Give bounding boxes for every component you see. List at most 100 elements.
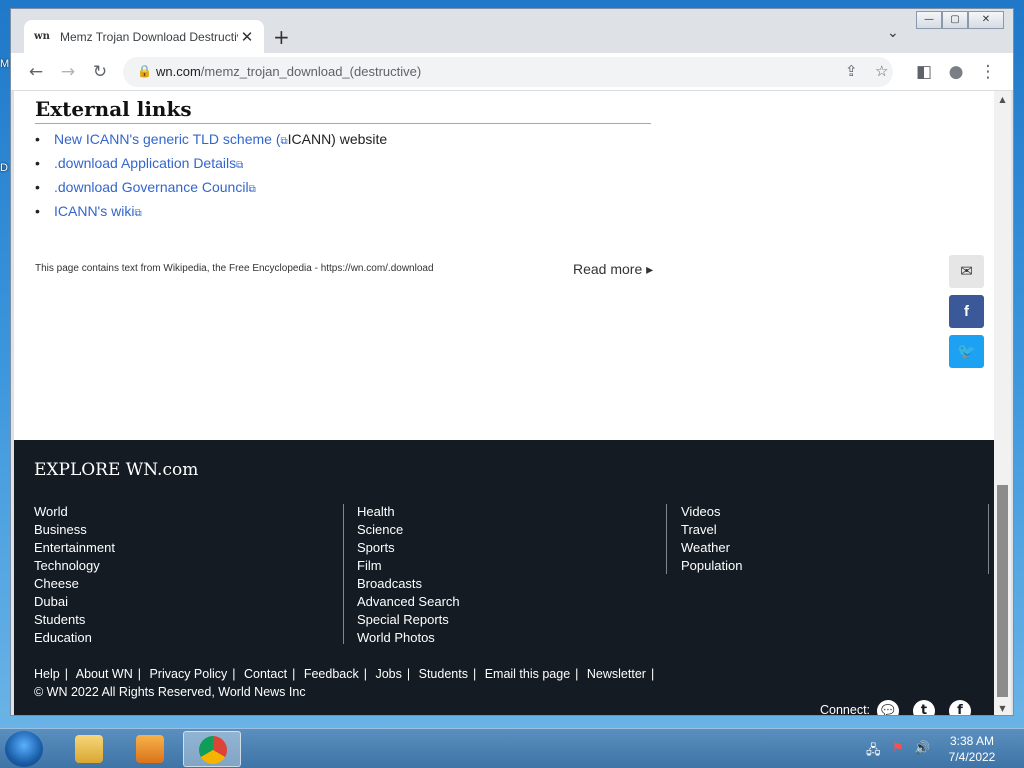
volume-icon[interactable]: 🔊 <box>914 741 930 756</box>
footer-link-world-photos[interactable]: World Photos <box>357 630 460 648</box>
list-item: New ICANN's generic TLD scheme (⧉ICANN) … <box>35 131 387 155</box>
footer-link-technology[interactable]: Technology <box>34 558 115 576</box>
page-scrollbar[interactable]: ▲ ▼ <box>994 91 1011 715</box>
footer-column-1: World Business Entertainment Technology … <box>34 504 115 648</box>
lock-icon[interactable]: 🔒 <box>137 64 152 78</box>
footer-link-videos[interactable]: Videos <box>681 504 742 522</box>
footer-divider <box>988 504 989 574</box>
footer-link-students-bottom[interactable]: Students <box>419 667 468 681</box>
footer-link-world[interactable]: World <box>34 504 115 522</box>
side-panel-icon[interactable]: ◧ <box>913 61 935 83</box>
email-share-icon[interactable]: ✉ <box>949 255 984 288</box>
profile-avatar-icon[interactable]: ● <box>945 61 967 83</box>
footer-link-weather[interactable]: Weather <box>681 540 742 558</box>
address-bar[interactable]: 🔒 wn.com/memz_trojan_download_(destructi… <box>123 57 893 87</box>
url-text[interactable]: wn.com/memz_trojan_download_(destructive… <box>156 64 421 79</box>
scroll-up-arrow-icon[interactable]: ▲ <box>994 91 1011 108</box>
close-window-button[interactable]: ✕ <box>968 11 1004 29</box>
footer-column-3: Videos Travel Weather Population <box>681 504 742 576</box>
copyright-text: © WN 2022 All Rights Reserved, World New… <box>34 685 306 699</box>
start-button[interactable] <box>5 731 43 767</box>
footer-link-health[interactable]: Health <box>357 504 460 522</box>
tab-memz[interactable]: wn Memz Trojan Download Destructive ✕ <box>24 20 264 53</box>
footer-column-2: Health Science Sports Film Broadcasts Ad… <box>357 504 460 648</box>
media-player-icon <box>136 735 164 763</box>
external-link-icon: ⧉ <box>248 184 256 195</box>
footer-link-contact[interactable]: Contact <box>244 667 287 681</box>
taskbar-chrome[interactable] <box>183 731 241 767</box>
footer-link-students[interactable]: Students <box>34 612 115 630</box>
footer-link-film[interactable]: Film <box>357 558 460 576</box>
forward-arrow-icon[interactable]: → <box>57 61 79 83</box>
reload-icon[interactable]: ↻ <box>89 61 111 83</box>
link-suffix: ICANN) website <box>287 131 388 147</box>
footer-divider <box>666 504 667 574</box>
separator: | <box>650 667 655 681</box>
scrollbar-thumb[interactable] <box>997 485 1008 697</box>
footer-link-broadcasts[interactable]: Broadcasts <box>357 576 460 594</box>
bookmark-star-icon[interactable]: ☆ <box>875 62 888 80</box>
share-icon[interactable]: ⇪ <box>845 62 858 80</box>
footer-link-education[interactable]: Education <box>34 630 115 648</box>
taskbar-media-player[interactable] <box>121 731 179 767</box>
wikipedia-attribution: This page contains text from Wikipedia, … <box>35 263 434 274</box>
footer-link-feedback[interactable]: Feedback <box>304 667 359 681</box>
footer-link-sports[interactable]: Sports <box>357 540 460 558</box>
network-icon[interactable]: 🖧 <box>866 741 881 763</box>
footer-link-dubai[interactable]: Dubai <box>34 594 115 612</box>
separator: | <box>64 667 68 681</box>
new-tab-button[interactable]: + <box>273 25 290 49</box>
browser-menu-icon[interactable]: ⋮ <box>977 61 999 83</box>
application-details-link[interactable]: .download Application Details <box>54 155 236 171</box>
url-path: /memz_trojan_download_(destructive) <box>200 64 422 79</box>
site-footer: EXPLORE WN.com World Business Entertainm… <box>14 440 994 715</box>
tab-search-chevron-icon[interactable]: ⌄ <box>887 25 899 41</box>
list-item: ICANN's wiki⧉ <box>35 203 387 227</box>
minimize-button[interactable]: — <box>916 11 942 29</box>
separator: | <box>232 667 236 681</box>
footer-link-privacy[interactable]: Privacy Policy <box>149 667 227 681</box>
separator: | <box>406 667 411 681</box>
folder-icon <box>75 735 103 763</box>
external-links-list: New ICANN's generic TLD scheme ( ⧉ ICANN) … <box>35 131 387 227</box>
chat-social-icon[interactable]: 💬 <box>877 700 899 715</box>
footer-link-email-page[interactable]: Email this page <box>485 667 570 681</box>
windows-taskbar: 🖧 ⚑ 🔊 3:38 AM 7/4/2022 <box>0 728 1024 768</box>
maximize-button[interactable]: ▢ <box>942 11 968 29</box>
clock-date: 7/4/2022 <box>948 750 996 764</box>
footer-link-special-reports[interactable]: Special Reports <box>357 612 460 630</box>
footer-link-newsletter[interactable]: Newsletter <box>587 667 646 681</box>
system-clock[interactable]: 3:38 AM 7/4/2022 <box>940 733 1004 765</box>
footer-link-help[interactable]: Help <box>34 667 60 681</box>
icann-wiki-link[interactable]: ICANN's wiki <box>54 203 134 219</box>
footer-link-about[interactable]: About WN <box>76 667 133 681</box>
tab-close-icon[interactable]: ✕ <box>238 28 256 46</box>
browser-window: wn Memz Trojan Download Destructive ✕ + … <box>10 8 1014 716</box>
taskbar-explorer[interactable] <box>60 731 118 767</box>
icann-tld-link[interactable]: New ICANN's generic TLD scheme ( <box>54 131 280 147</box>
footer-link-entertainment[interactable]: Entertainment <box>34 540 115 558</box>
footer-link-travel[interactable]: Travel <box>681 522 742 540</box>
wn-favicon-icon: wn <box>34 31 50 42</box>
external-links-heading: External links <box>35 97 651 124</box>
footer-link-business[interactable]: Business <box>34 522 115 540</box>
list-item: .download Governance Council⧉ <box>35 179 387 203</box>
twitter-share-icon[interactable]: 🐦 <box>949 335 984 368</box>
desktop-label-d: D <box>0 162 8 174</box>
governance-council-link[interactable]: .download Governance Council <box>54 179 249 195</box>
footer-link-advanced-search[interactable]: Advanced Search <box>357 594 460 612</box>
read-more-link[interactable]: Read more ▸ <box>573 261 653 278</box>
footer-link-cheese[interactable]: Cheese <box>34 576 115 594</box>
desktop-label-m: M <box>0 58 10 70</box>
footer-link-science[interactable]: Science <box>357 522 460 540</box>
footer-link-population[interactable]: Population <box>681 558 742 576</box>
url-host: wn.com <box>156 64 201 79</box>
twitter-social-icon[interactable]: t <box>913 700 935 715</box>
footer-link-jobs[interactable]: Jobs <box>375 667 401 681</box>
action-center-flag-icon[interactable]: ⚑ <box>892 741 904 756</box>
facebook-social-icon[interactable]: f <box>949 700 971 715</box>
facebook-share-icon[interactable]: f <box>949 295 984 328</box>
back-arrow-icon[interactable]: ← <box>25 61 47 83</box>
separator: | <box>575 667 579 681</box>
scroll-down-arrow-icon[interactable]: ▼ <box>994 700 1011 715</box>
